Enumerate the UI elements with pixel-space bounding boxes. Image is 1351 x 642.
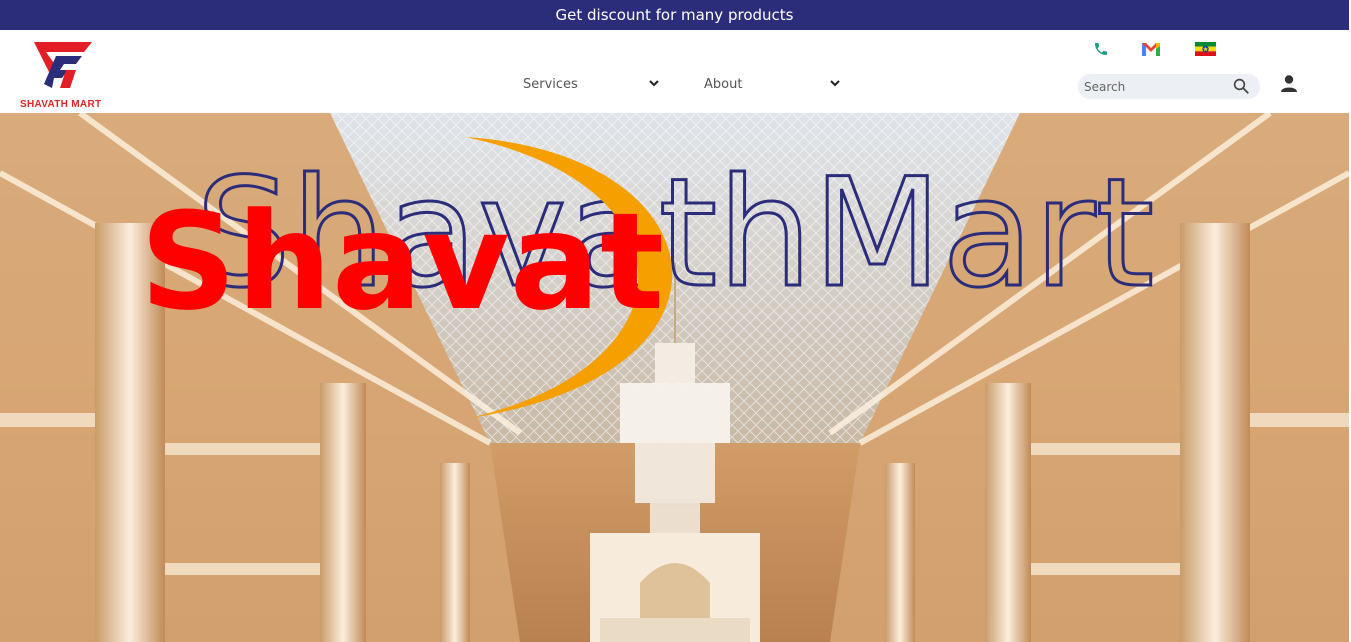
promo-banner: Get discount for many products: [0, 0, 1349, 30]
logo-text: SHAVATH MART: [20, 99, 102, 110]
search-bar: [1078, 74, 1260, 99]
phone-icon[interactable]: [1090, 38, 1112, 60]
nav-about[interactable]: About: [704, 77, 844, 92]
promo-text: Get discount for many products: [555, 6, 794, 24]
site-logo[interactable]: SHAVATH MART: [20, 40, 110, 112]
chevron-down-icon: [649, 80, 659, 87]
nav-services[interactable]: Services: [523, 77, 663, 92]
search-input[interactable]: [1084, 76, 1234, 97]
nav-about-label: About: [704, 77, 743, 92]
search-icon[interactable]: [1232, 77, 1250, 95]
gmail-icon[interactable]: [1140, 38, 1162, 60]
chevron-down-icon: [830, 80, 840, 87]
ethiopia-flag-icon[interactable]: [1194, 38, 1216, 60]
site-header: SHAVATH MART Services About: [0, 30, 1349, 113]
mall-interior-image: ShavathMart Shavat: [0, 113, 1349, 642]
hero-banner: ShavathMart Shavat: [0, 113, 1349, 642]
hero-overlay-text: Shavat: [140, 184, 664, 340]
logo-mark-icon: [34, 42, 92, 88]
user-icon[interactable]: [1280, 74, 1298, 94]
nav-services-label: Services: [523, 77, 578, 92]
